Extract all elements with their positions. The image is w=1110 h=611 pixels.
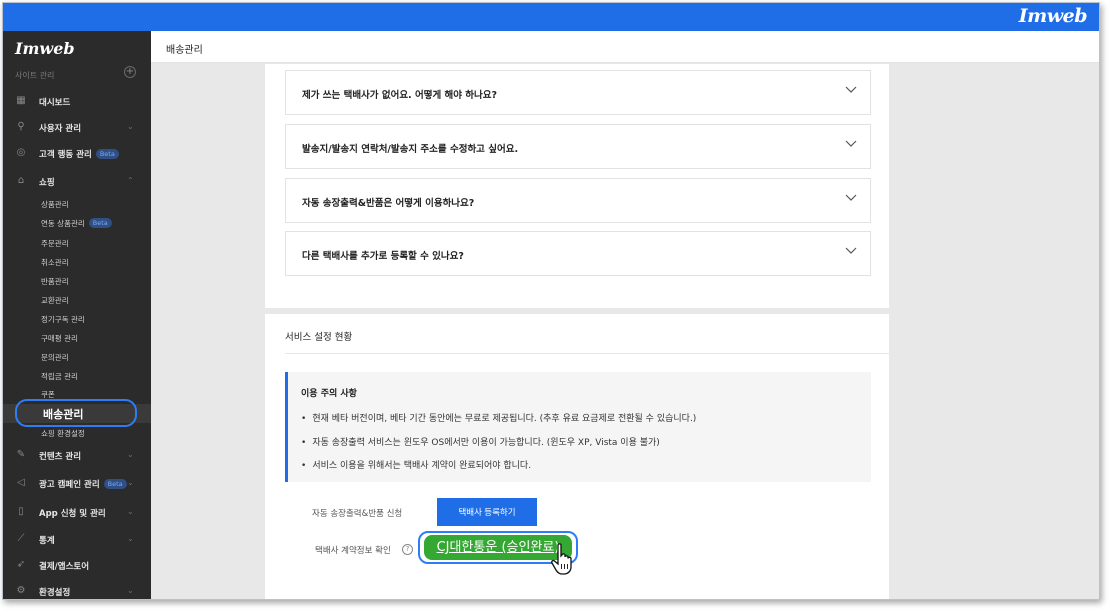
sidebar-sub-item[interactable]: 적립금 관리	[41, 371, 78, 382]
faq-item[interactable]: 발송지/발송지 연락처/발송지 주소를 수정하고 싶어요.	[285, 124, 871, 169]
beta-badge: Beta	[88, 218, 112, 228]
sidebar-sub-item[interactable]: 취소관리	[41, 257, 69, 268]
browser-frame: Imweb Imweb 사이트 관리 + ▦ 대시보드 ⚲ 사용자 관리 ⌄ ◎…	[2, 2, 1100, 600]
shopping-bag-icon: ⌂	[17, 175, 25, 186]
chevron-down-icon: ⌄	[127, 450, 134, 459]
hand-pointer-icon	[551, 543, 572, 575]
sidebar-item-label: 컨텐츠 관리	[39, 452, 82, 462]
sidebar-sub-item[interactable]: 구매평 관리	[41, 333, 78, 344]
sidebar-item-label: 대시보드	[39, 98, 71, 108]
sidebar-item-label: 쇼핑	[39, 178, 55, 188]
sidebar-item-label: 고객 행동 관리	[39, 150, 92, 160]
chevron-down-icon	[845, 86, 857, 93]
notice-item-text: 현재 베타 버전이며, 베타 기간 동안에는 무료로 제공됩니다. (추후 유료…	[312, 414, 697, 424]
beta-badge: Beta	[95, 149, 119, 159]
notice-item-text: 서비스 이용을 위해서는 택배사 계약이 완료되어야 합니다.	[312, 461, 532, 471]
apply-label: 자동 송장출력&반품 신청	[312, 509, 403, 519]
page-title: 배송관리	[166, 45, 203, 56]
rocket-icon: ➶	[16, 559, 26, 570]
sidebar-sub-item[interactable]: 주문관리	[41, 238, 69, 249]
chevron-down-icon: ⌄	[127, 478, 134, 487]
sidebar-item-shipping[interactable]: 배송관리	[43, 406, 83, 422]
page-header: 배송관리	[151, 31, 1099, 63]
sidebar-item-shopping[interactable]: ⌂ 쇼핑 ⌃	[3, 173, 151, 191]
section-header: 서비스 설정 현황	[285, 314, 889, 354]
sidebar-item-label: 통계	[39, 536, 55, 546]
sidebar-item-label: 결제/앱스토어	[39, 562, 90, 572]
brand-logo: Imweb	[1018, 5, 1088, 27]
sidebar-item-label: 광고 캠페인 관리	[39, 480, 100, 490]
sidebar-sub-item[interactable]: 반품관리	[41, 276, 69, 287]
mobile-icon: ▯	[18, 506, 24, 517]
user-icon: ⚲	[17, 121, 25, 132]
notice-item: • 서비스 이용을 위해서는 택배사 계약이 완료되어야 합니다.	[301, 461, 532, 471]
sidebar: Imweb 사이트 관리 + ▦ 대시보드 ⚲ 사용자 관리 ⌄ ◎ 고객 행동…	[3, 31, 151, 599]
chart-icon: ⟋	[17, 533, 25, 544]
register-courier-button[interactable]: 택배사 등록하기	[437, 498, 537, 526]
sidebar-item-users[interactable]: ⚲ 사용자 관리 ⌄	[3, 119, 151, 137]
sidebar-item-settings[interactable]: ⚙ 환경설정 ⌄	[3, 583, 151, 599]
sidebar-sub-item-label: 연동 상품관리	[41, 219, 85, 228]
sidebar-item-payment[interactable]: ➶ 결제/앱스토어	[3, 557, 151, 575]
sidebar-sub-item[interactable]: 정기구독 관리	[41, 314, 85, 325]
chevron-down-icon	[845, 194, 857, 201]
sidebar-sub-item[interactable]: 상품관리	[41, 199, 69, 210]
faq-card: 제가 쓰는 택배사가 없어요. 어떻게 해야 하나요? 발송지/발송지 연락처/…	[265, 64, 889, 308]
top-bar: Imweb	[3, 3, 1099, 31]
sidebar-item-contents[interactable]: ✎ 컨텐츠 관리 ⌄	[3, 447, 151, 465]
chevron-down-icon: ⌄	[127, 586, 134, 595]
notice-title: 이용 주의 사항	[301, 389, 357, 399]
chevron-down-icon: ⌄	[127, 507, 134, 516]
chevron-down-icon	[845, 247, 857, 254]
notice-box: 이용 주의 사항 • 현재 베타 버전이며, 베타 기간 동안에는 무료로 제공됩…	[285, 372, 871, 482]
sidebar-sub-item[interactable]: 연동 상품관리 Beta	[41, 218, 112, 229]
sidebar-item-app[interactable]: ▯ App 신청 및 관리 ⌄	[3, 504, 151, 522]
sidebar-sub-item[interactable]: 교환관리	[41, 295, 69, 306]
edit-icon: ✎	[16, 449, 26, 460]
sidebar-item-customer-behavior[interactable]: ◎ 고객 행동 관리 Beta	[3, 145, 151, 163]
chevron-down-icon	[845, 140, 857, 147]
notice-item-text: 자동 송장출력 서비스는 윈도우 OS에서만 이용이 가능합니다. (윈도우 X…	[312, 438, 660, 448]
faq-question: 다른 택배사를 추가로 등록할 수 있나요?	[302, 251, 464, 262]
notice-item: • 자동 송장출력 서비스는 윈도우 OS에서만 이용이 가능합니다. (윈도우 …	[301, 438, 660, 448]
contract-label: 택배사 계약정보 확인	[315, 546, 391, 556]
chevron-down-icon: ⌄	[127, 122, 134, 131]
megaphone-icon: ◁	[17, 477, 25, 488]
sidebar-item-stats[interactable]: ⟋ 통계 ⌄	[3, 531, 151, 549]
section-title: 서비스 설정 현황	[285, 332, 353, 343]
help-icon[interactable]: ?	[402, 544, 413, 555]
section-label: 사이트 관리	[15, 71, 55, 80]
faq-question: 자동 송장출력&반품은 어떻게 이용하나요?	[302, 198, 475, 209]
sidebar-logo[interactable]: Imweb	[15, 39, 75, 58]
sidebar-item-label: 환경설정	[39, 588, 71, 598]
chevron-up-icon: ⌃	[127, 176, 134, 185]
grid-icon: ▦	[16, 95, 26, 106]
target-icon: ◎	[16, 147, 26, 158]
gear-icon: ⚙	[16, 585, 26, 596]
main-content: 제가 쓰는 택배사가 없어요. 어떻게 해야 하나요? 발송지/발송지 연락처/…	[265, 64, 889, 599]
faq-item[interactable]: 다른 택배사를 추가로 등록할 수 있나요?	[285, 231, 871, 276]
faq-question: 발송지/발송지 연락처/발송지 주소를 수정하고 싶어요.	[302, 144, 519, 155]
sidebar-sub-item[interactable]: 문의관리	[41, 352, 69, 363]
faq-question: 제가 쓰는 택배사가 없어요. 어떻게 해야 하나요?	[302, 90, 498, 101]
notice-item: • 현재 베타 버전이며, 베타 기간 동안에는 무료로 제공됩니다. (추후 유…	[301, 414, 697, 424]
chevron-down-icon: ⌄	[127, 534, 134, 543]
sidebar-item-ad-campaign[interactable]: ◁ 광고 캠페인 관리 Beta ⌄	[3, 475, 151, 493]
sidebar-sub-item-shop-settings[interactable]: 쇼핑 환경설정	[41, 428, 85, 439]
beta-badge: Beta	[103, 479, 127, 489]
sidebar-item-label: 사용자 관리	[39, 124, 82, 134]
sidebar-item-dashboard[interactable]: ▦ 대시보드	[3, 93, 151, 111]
add-site-icon[interactable]: +	[124, 66, 136, 78]
faq-item[interactable]: 자동 송장출력&반품은 어떻게 이용하나요?	[285, 178, 871, 223]
sidebar-item-label: App 신청 및 관리	[39, 509, 106, 519]
faq-item[interactable]: 제가 쓰는 택배사가 없어요. 어떻게 해야 하나요?	[285, 70, 871, 115]
